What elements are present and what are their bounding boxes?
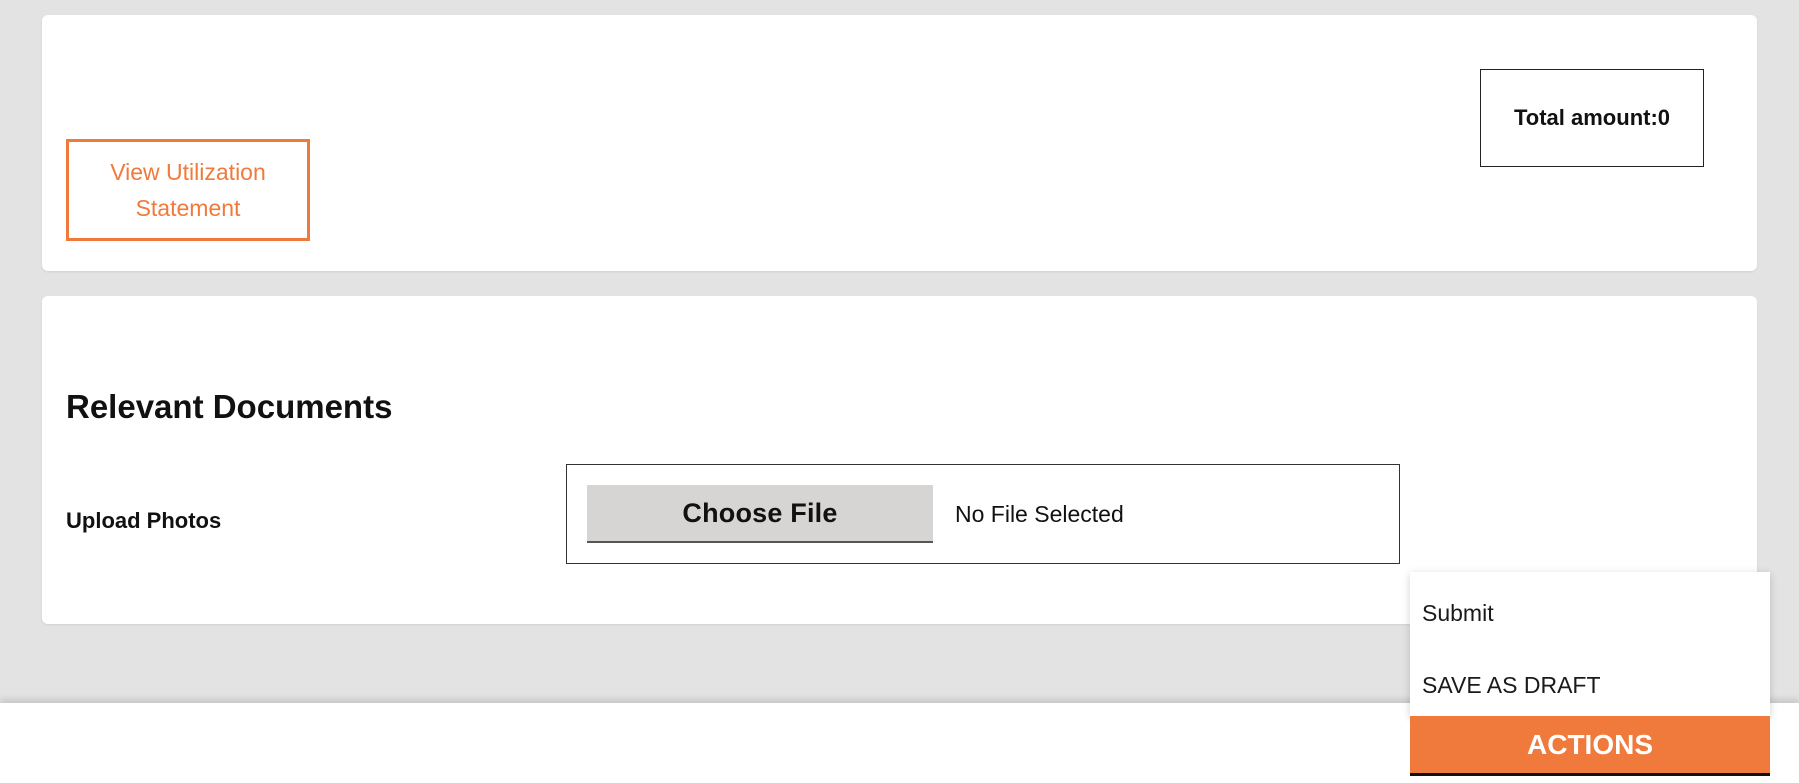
upload-photos-label: Upload Photos: [66, 508, 222, 533]
file-upload-field: Choose File No File Selected: [566, 464, 1400, 564]
choose-file-button[interactable]: Choose File: [587, 485, 933, 543]
actions-dropdown-menu: Submit SAVE AS DRAFT: [1410, 572, 1770, 716]
total-amount-box: Total amount:0: [1480, 69, 1704, 167]
utilization-card: View Utilization Statement Total amount:…: [42, 15, 1757, 271]
file-status-text: No File Selected: [955, 501, 1124, 527]
view-utilization-statement-button[interactable]: View Utilization Statement: [66, 139, 310, 241]
menu-item-save-as-draft[interactable]: SAVE AS DRAFT: [1422, 672, 1601, 699]
total-amount-text: Total amount:0: [1513, 105, 1671, 130]
menu-item-submit[interactable]: Submit: [1422, 600, 1494, 627]
section-title: Relevant Documents: [66, 388, 393, 425]
view-utilization-label: View Utilization Statement: [110, 159, 266, 221]
actions-button[interactable]: ACTIONS: [1410, 716, 1770, 776]
